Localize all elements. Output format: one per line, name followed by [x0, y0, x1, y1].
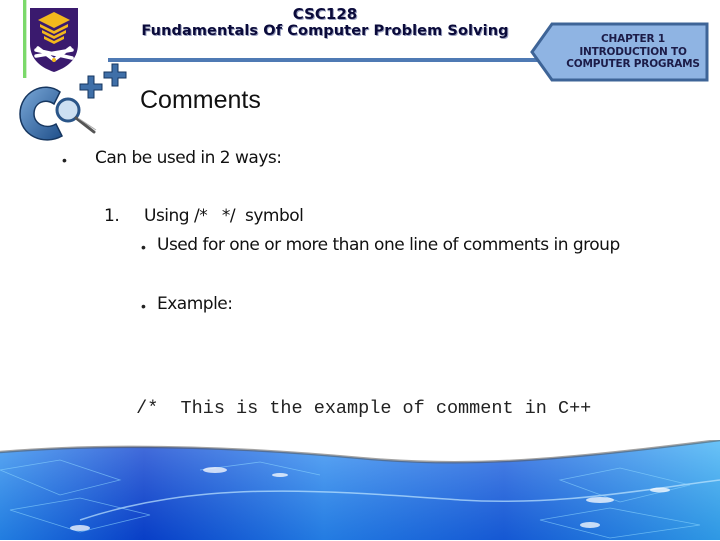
course-header: CSC128 Fundamentals Of Computer Problem …: [120, 6, 530, 40]
item-label-block-comment: Using /* */ symbol: [144, 206, 304, 226]
header-divider-bar: [108, 58, 548, 62]
footer-wave-decoration: [0, 440, 720, 540]
course-code: CSC128: [292, 5, 358, 23]
sub-bullet-marker: •: [141, 298, 146, 314]
chapter-number: CHAPTER 1: [601, 33, 665, 45]
cpp-magnifier-logo-icon: [19, 63, 127, 141]
sub-bullet-text-usage: Used for one or more than one line of co…: [157, 235, 620, 255]
chapter-badge-label: CHAPTER 1 INTRODUCTION TO COMPUTER PROGR…: [553, 33, 713, 71]
slide: CSC128 Fundamentals Of Computer Problem …: [0, 0, 720, 540]
chapter-title-line1: INTRODUCTION TO: [579, 45, 687, 58]
course-name: Fundamentals Of Computer Problem Solving: [141, 23, 509, 39]
chapter-title-line2: COMPUTER PROGRAMS: [566, 58, 700, 70]
item-number: 1.: [104, 206, 120, 226]
sub-bullet-text-example: Example:: [157, 294, 233, 314]
code-line: /* This is the example of comment in C++: [125, 398, 592, 419]
sub-bullet-marker: •: [141, 239, 146, 255]
bullet-marker: •: [62, 152, 67, 168]
slide-title: Comments: [140, 86, 261, 114]
bullet-text-ways: Can be used in 2 ways:: [95, 148, 282, 168]
